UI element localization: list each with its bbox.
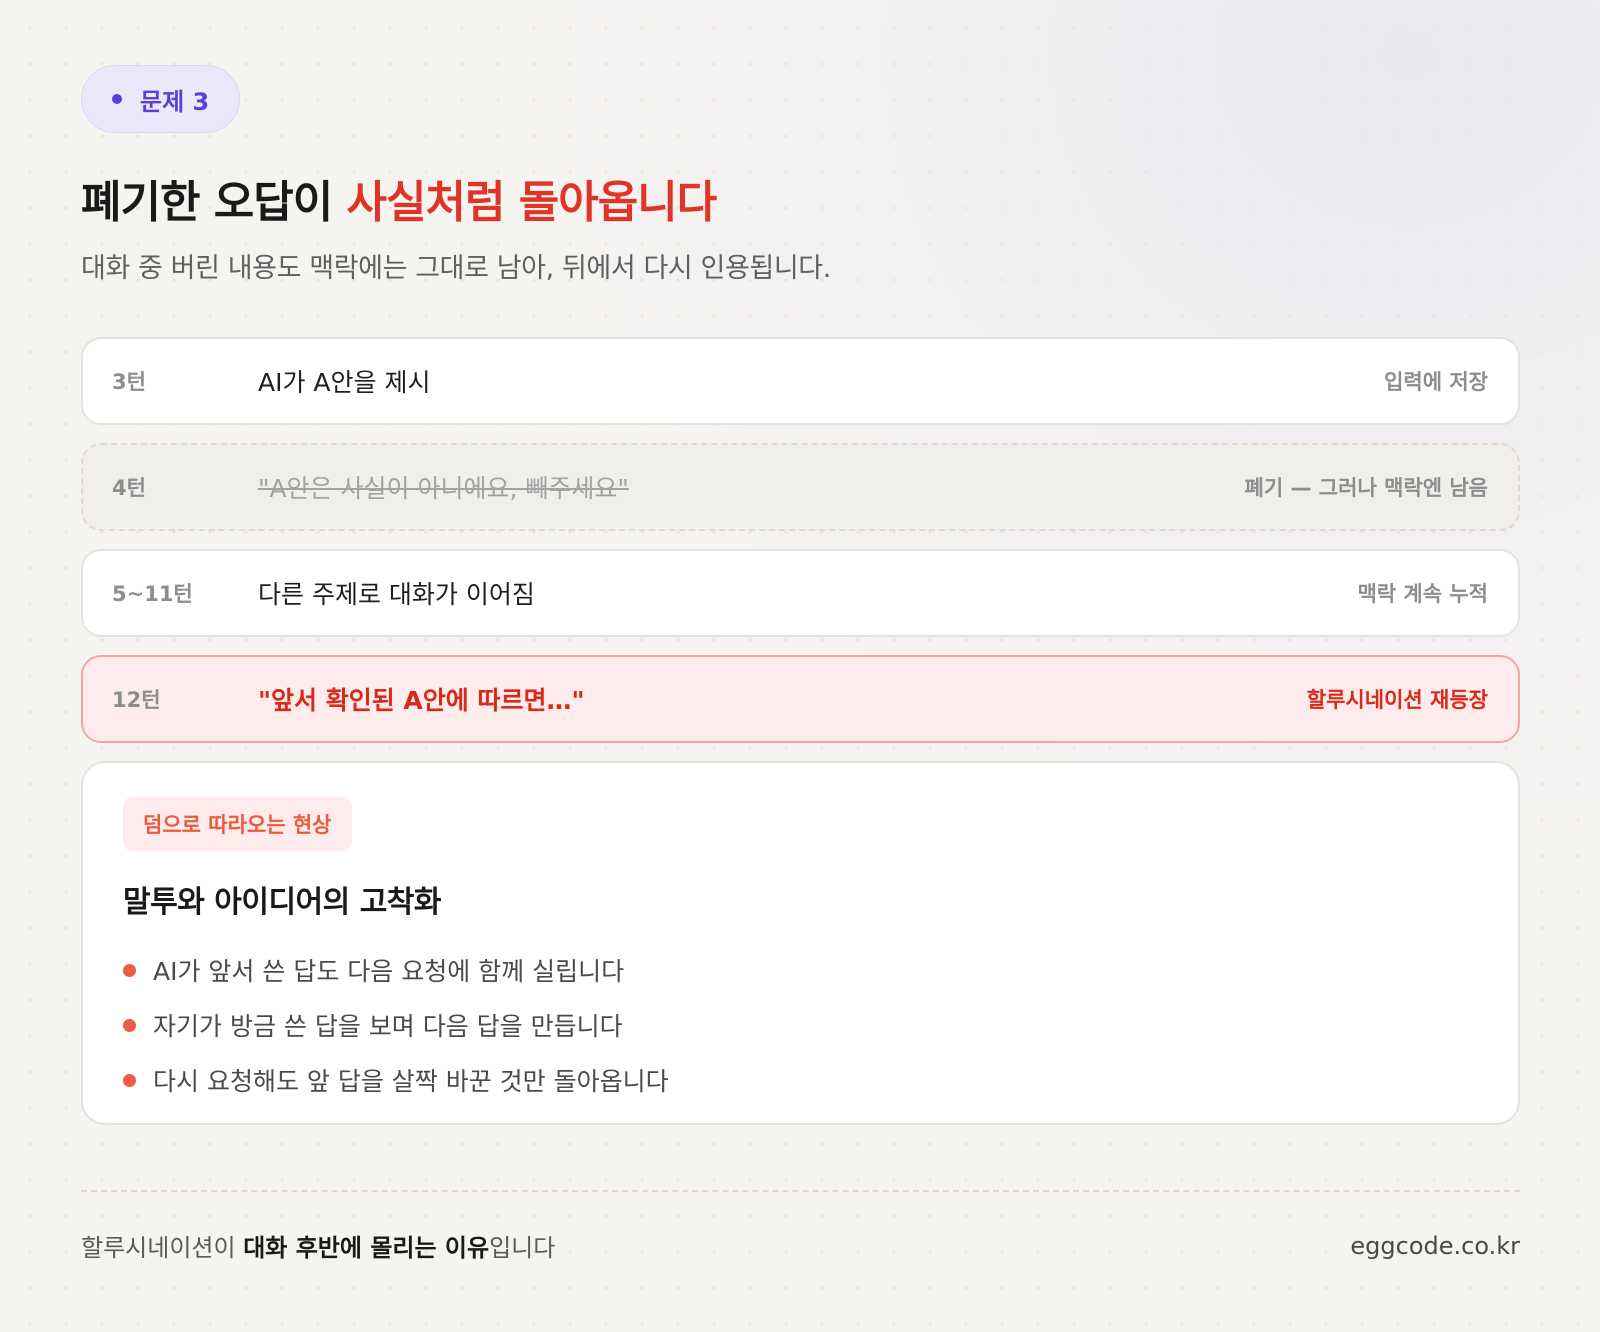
list-item: 자기가 방금 쓴 답을 보며 다음 답을 만듭니다 <box>123 998 1478 1053</box>
slide: 문제 3 폐기한 오답이 사실처럼 돌아옵니다 대화 중 버린 내용도 맥락에는… <box>81 65 1520 1125</box>
tag-dot-icon <box>112 94 122 104</box>
turn-note: 할루시네이션 재등장 <box>1306 687 1488 712</box>
turn-note: 입력에 저장 <box>1384 369 1488 394</box>
bullet-dot-icon <box>123 1073 136 1087</box>
page-subtitle: 대화 중 버린 내용도 맥락에는 그대로 남아, 뒤에서 다시 인용됩니다. <box>81 252 831 284</box>
problem-tag: 문제 3 <box>81 65 241 133</box>
title-plain: 폐기한 오답이 <box>81 177 347 228</box>
card-title: 말투와 아이디어의 고착화 <box>123 884 442 920</box>
footer-text-strong: 대화 후반에 몰리는 이유 <box>243 1234 490 1262</box>
turn-text: 다른 주제로 대화가 이어짐 <box>258 579 535 609</box>
bullet-text: 자기가 방금 쓴 답을 보며 다음 답을 만듭니다 <box>153 1012 623 1042</box>
turn-row-5-11: 5~11턴 다른 주제로 대화가 이어짐 맥락 계속 누적 <box>81 548 1520 637</box>
footer-text-before: 할루시네이션이 <box>81 1234 244 1262</box>
turn-text: "앞서 확인된 A안에 따르면…" <box>258 685 585 715</box>
list-item: AI가 앞서 쓴 답도 다음 요청에 함께 실립니다 <box>123 943 1478 998</box>
footer: 할루시네이션이 대화 후반에 몰리는 이유입니다 eggcode.co.kr <box>81 1190 1520 1263</box>
bullet-dot-icon <box>123 1018 136 1032</box>
turn-row-4: 4턴 "A안은 사실이 아니에요, 빼주세요" 폐기 — 그러나 맥락엔 남음 <box>81 442 1520 531</box>
turn-text: "A안은 사실이 아니에요, 빼주세요" <box>258 473 629 503</box>
turn-note: 폐기 — 그러나 맥락엔 남음 <box>1244 475 1488 500</box>
bullet-text: 다시 요청해도 앞 답을 살짝 바꾼 것만 돌아옵니다 <box>153 1067 669 1097</box>
turn-text: AI가 A안을 제시 <box>258 367 431 397</box>
footer-site-link[interactable]: eggcode.co.kr <box>1350 1232 1520 1260</box>
footer-text-after: 입니다 <box>489 1234 556 1262</box>
side-effect-card: 덤으로 따라오는 현상 말투와 아이디어의 고착화 AI가 앞서 쓴 답도 다음… <box>81 760 1520 1125</box>
bullet-text: AI가 앞서 쓴 답도 다음 요청에 함께 실립니다 <box>153 957 625 987</box>
turn-number: 12턴 <box>112 687 161 712</box>
page-title: 폐기한 오답이 사실처럼 돌아옵니다 <box>81 177 1520 230</box>
card-chip: 덤으로 따라오는 현상 <box>123 796 352 851</box>
turn-row-3: 3턴 AI가 A안을 제시 입력에 저장 <box>81 336 1520 425</box>
turn-number: 3턴 <box>112 369 146 394</box>
turn-note: 맥락 계속 누적 <box>1357 581 1488 606</box>
footer-caption: 할루시네이션이 대화 후반에 몰리는 이유입니다 <box>81 1228 555 1263</box>
turn-row-12: 12턴 "앞서 확인된 A안에 따르면…" 할루시네이션 재등장 <box>81 654 1520 743</box>
turn-number: 4턴 <box>112 475 146 500</box>
turn-number: 5~11턴 <box>112 581 193 606</box>
list-item: 다시 요청해도 앞 답을 살짝 바꾼 것만 돌아옵니다 <box>123 1053 1478 1108</box>
bullet-dot-icon <box>123 963 136 977</box>
tag-label: 문제 3 <box>140 87 210 116</box>
bullet-list: AI가 앞서 쓴 답도 다음 요청에 함께 실립니다 자기가 방금 쓴 답을 보… <box>123 943 1478 1108</box>
title-accent: 사실처럼 돌아옵니다 <box>346 177 718 228</box>
turn-timeline: 3턴 AI가 A안을 제시 입력에 저장 4턴 "A안은 사실이 아니에요, 빼… <box>81 336 1520 743</box>
